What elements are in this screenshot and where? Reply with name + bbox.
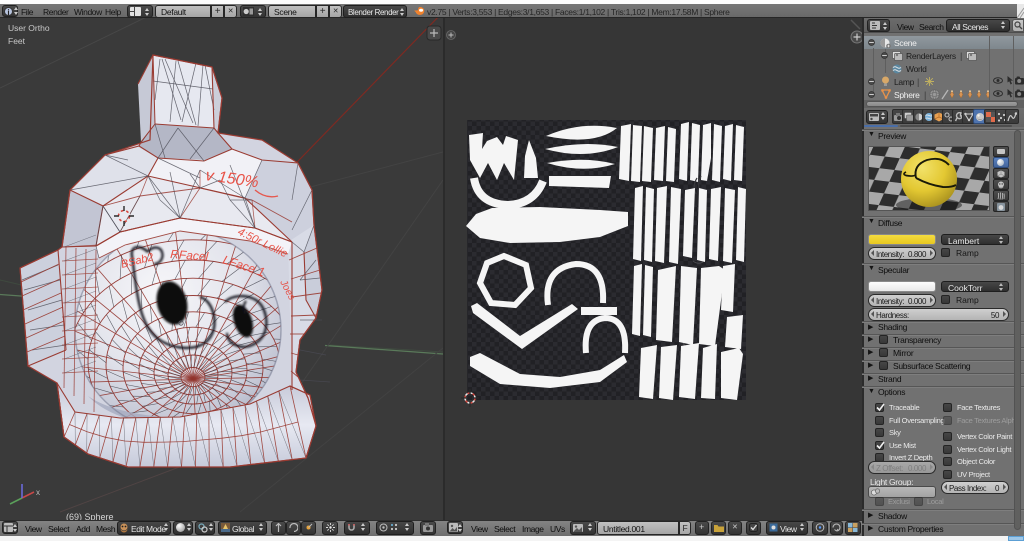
svg-text:RFacel: RFacel [170, 247, 209, 264]
svg-text:x: x [36, 488, 40, 497]
svg-text:(69) Sphere: (69) Sphere [66, 512, 114, 520]
svg-text:User Ortho: User Ortho [8, 23, 50, 33]
svg-text:Feet: Feet [8, 36, 26, 46]
